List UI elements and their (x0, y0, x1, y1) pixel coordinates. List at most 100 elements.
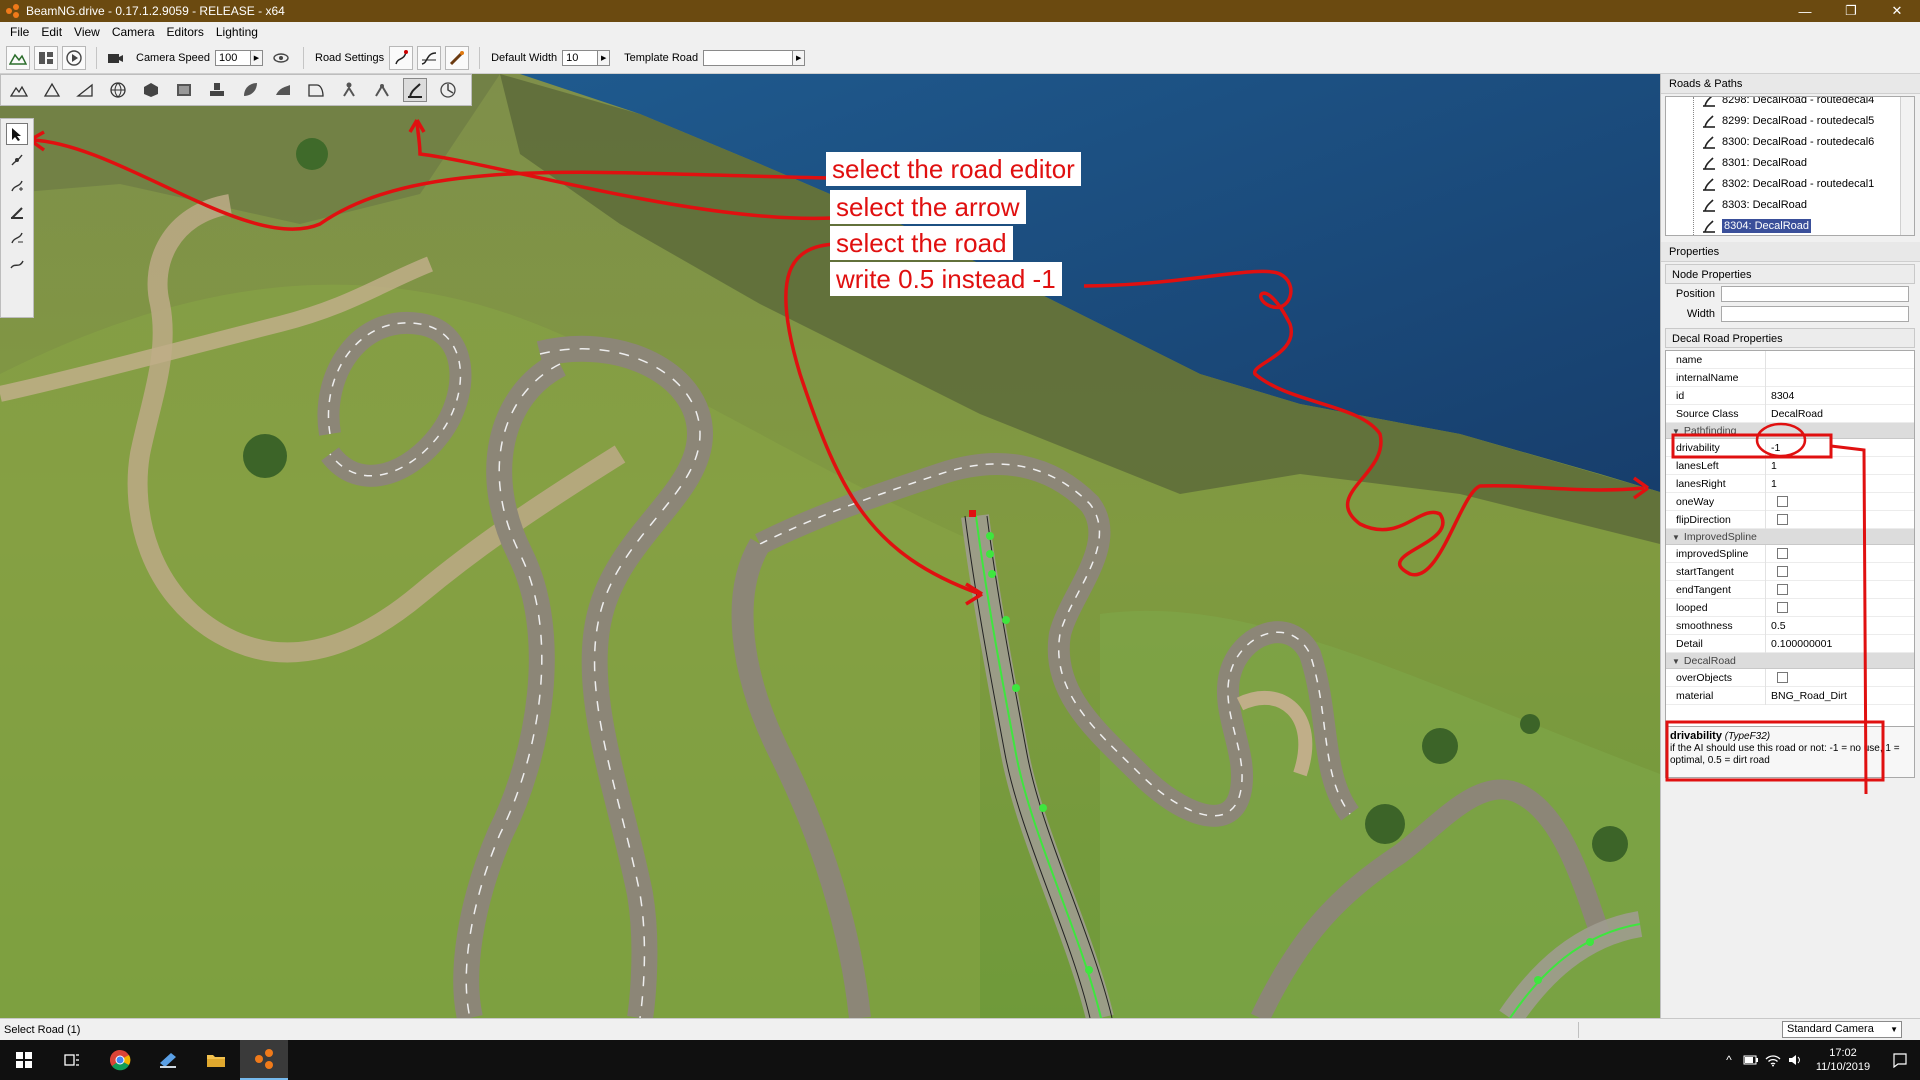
volume-icon (1789, 1055, 1800, 1065)
status-text: Select Road (1) (4, 1023, 81, 1036)
select-arrow-button[interactable] (6, 123, 28, 145)
taskbar-chrome[interactable] (96, 1040, 144, 1080)
prop-row-detail[interactable]: Detail 0.100000001 (1666, 634, 1914, 653)
add-road-button[interactable] (6, 201, 28, 223)
layout-button[interactable] (34, 45, 58, 70)
tray-overflow-chevron-icon[interactable]: ^ (1718, 1040, 1740, 1080)
tree-item-road[interactable]: 8302: DecalRoad - routedecal1 (1666, 173, 1914, 194)
taskbar-app-2[interactable] (144, 1040, 192, 1080)
tool-spawn-button[interactable] (370, 78, 394, 102)
prop-row-internalname[interactable]: internalName (1666, 368, 1914, 387)
tool-road-editor-button[interactable] (403, 78, 427, 102)
tool-navmesh-button[interactable] (337, 78, 361, 102)
endtangent-checkbox[interactable] (1777, 583, 1788, 595)
menu-file[interactable]: File (4, 25, 35, 39)
tool-terrain-button[interactable] (7, 78, 31, 102)
default-width-input[interactable]: 10 (562, 49, 599, 66)
taskbar-file-explorer[interactable] (192, 1040, 240, 1080)
road-tool-1-button[interactable] (389, 45, 414, 70)
prop-row-name[interactable]: name (1666, 351, 1914, 369)
taskbar-clock[interactable]: 17:02 11/10/2019 (1806, 1046, 1880, 1074)
remove-node-button[interactable] (6, 227, 28, 249)
drivability-input[interactable]: -1 (1766, 439, 1914, 457)
tray-wifi-icon[interactable] (1762, 1040, 1784, 1080)
prop-row-improvedspline[interactable]: improvedSpline (1666, 544, 1914, 563)
tool-sky-button[interactable] (106, 78, 130, 102)
camera-speed-arrow[interactable]: ▶ (251, 49, 263, 66)
tool-decal-button[interactable] (238, 78, 262, 102)
close-button[interactable]: ✕ (1874, 0, 1920, 22)
prop-row-starttangent[interactable]: startTangent (1666, 562, 1914, 581)
restore-button[interactable]: ❐ (1828, 0, 1874, 22)
prop-row-material[interactable]: material BNG_Road_Dirt (1666, 686, 1914, 705)
overobjects-checkbox[interactable] (1777, 671, 1788, 683)
width-field[interactable] (1721, 306, 1909, 322)
menu-lighting[interactable]: Lighting (210, 25, 264, 39)
tray-volume-icon[interactable] (1784, 1040, 1806, 1080)
tool-forest-button[interactable] (205, 78, 229, 102)
tool-mesh-road-button[interactable] (73, 78, 97, 102)
prop-row-lanesright[interactable]: lanesRight 1 (1666, 474, 1914, 493)
road-tool-3-button[interactable] (445, 45, 470, 70)
task-view-button[interactable] (48, 1040, 96, 1080)
tree-item-road[interactable]: 8300: DecalRoad - routedecal6 (1666, 131, 1914, 152)
camera-mode-select[interactable]: Standard Camera ▼ (1782, 1021, 1902, 1038)
notification-center-button[interactable] (1880, 1040, 1920, 1080)
oneway-checkbox[interactable] (1777, 495, 1788, 507)
starttangent-checkbox[interactable] (1777, 565, 1788, 577)
improvedspline-checkbox[interactable] (1777, 547, 1788, 559)
play-button[interactable] (62, 45, 86, 70)
terrain-view-button[interactable] (6, 45, 30, 70)
visibility-button[interactable] (269, 46, 293, 70)
tool-path-button[interactable] (304, 78, 328, 102)
group-decalroad[interactable]: ▼ DecalRoad (1666, 653, 1914, 669)
tool-material-button[interactable] (172, 78, 196, 102)
prop-row-endtangent[interactable]: endTangent (1666, 580, 1914, 599)
prop-row-smoothness[interactable]: smoothness 0.5 (1666, 616, 1914, 635)
roads-tree-scrollbar[interactable] (1900, 97, 1914, 235)
width-label: Width (1686, 308, 1715, 320)
position-field[interactable] (1721, 286, 1909, 302)
prop-row-overobjects[interactable]: overObjects (1666, 668, 1914, 687)
group-improvedspline[interactable]: ▼ ImprovedSpline (1666, 529, 1914, 545)
prop-row-oneway[interactable]: oneWay (1666, 492, 1914, 511)
prop-row-drivability[interactable]: drivability -1 (1666, 438, 1914, 457)
tree-item-road[interactable]: 8304: DecalRoad (1666, 215, 1914, 235)
minimize-button[interactable]: — (1782, 0, 1828, 22)
tree-item-road[interactable]: 8303: DecalRoad (1666, 194, 1914, 215)
insert-node-button[interactable] (6, 175, 28, 197)
menu-camera[interactable]: Camera (106, 25, 161, 39)
tool-terrain-paint-button[interactable] (40, 78, 64, 102)
camera-speed-input[interactable]: 100 (215, 49, 251, 66)
tree-item-road[interactable]: 8298: DecalRoad - routedecal4 (1666, 97, 1914, 110)
default-width-arrow[interactable]: ▶ (598, 49, 611, 66)
looped-checkbox[interactable] (1777, 601, 1788, 613)
prop-row-looped[interactable]: looped (1666, 598, 1914, 617)
camera-button[interactable] (103, 46, 127, 70)
figure-icon (343, 82, 355, 97)
template-road-arrow[interactable]: ▶ (793, 49, 806, 66)
clock-date: 11/10/2019 (1815, 1061, 1871, 1073)
decal-road-icon (1702, 219, 1716, 233)
tool-river-button[interactable] (271, 78, 295, 102)
prop-row-lanesleft[interactable]: lanesLeft 1 (1666, 456, 1914, 475)
group-pathfinding[interactable]: ▼ Pathfinding (1666, 423, 1914, 439)
taskbar-beamng[interactable] (240, 1040, 288, 1080)
move-node-button[interactable] (6, 149, 28, 171)
start-button[interactable] (0, 1040, 48, 1080)
tool-particle-button[interactable] (436, 78, 460, 102)
menu-editors[interactable]: Editors (161, 25, 210, 39)
road-tool-2-button[interactable] (417, 45, 442, 70)
tree-item-road[interactable]: 8299: DecalRoad - routedecal5 (1666, 110, 1914, 131)
template-road-input[interactable] (703, 49, 794, 66)
tree-item-road[interactable]: 8301: DecalRoad (1666, 152, 1914, 173)
notification-icon (1893, 1053, 1907, 1068)
smooth-road-button[interactable] (6, 253, 28, 275)
menu-view[interactable]: View (68, 25, 106, 39)
tray-battery-icon[interactable] (1740, 1040, 1762, 1080)
flipdirection-checkbox[interactable] (1777, 513, 1788, 525)
prop-row-flipdirection[interactable]: flipDirection (1666, 510, 1914, 529)
menu-edit[interactable]: Edit (35, 25, 68, 39)
scene-viewport[interactable]: select the road editor select the arrow … (0, 74, 1660, 1018)
tool-object-button[interactable] (139, 78, 163, 102)
